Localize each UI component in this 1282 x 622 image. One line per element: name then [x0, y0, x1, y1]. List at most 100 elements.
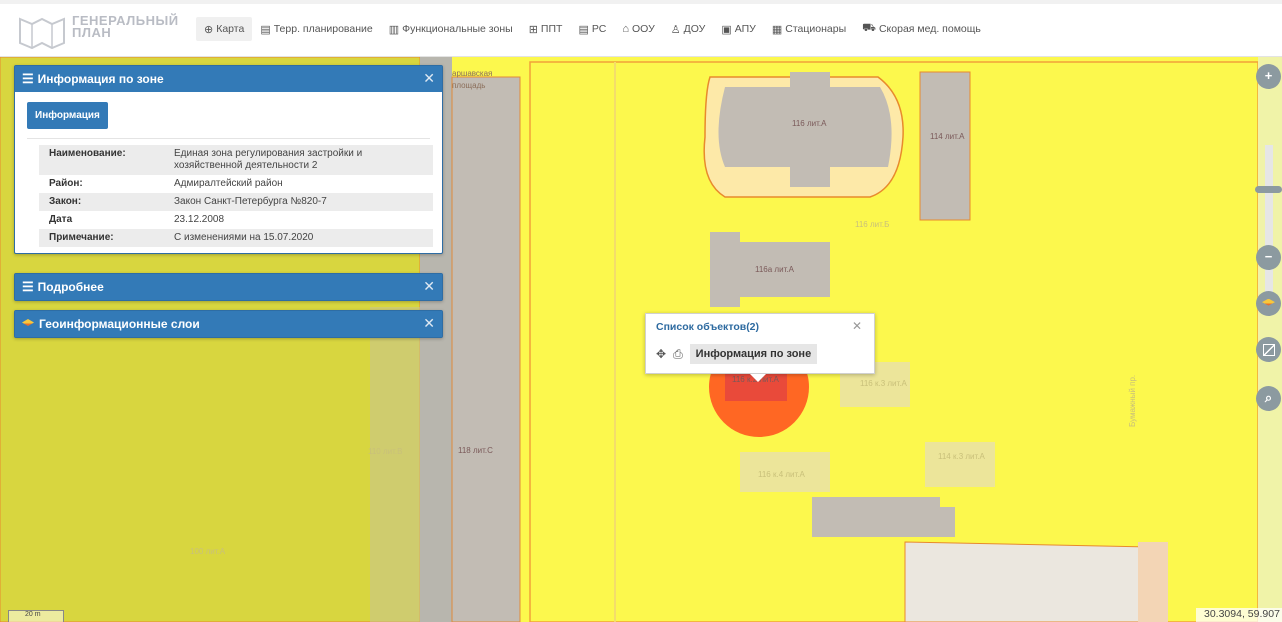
table-row: Дата 23.12.2008: [39, 211, 433, 229]
label-faint-6: 100 лит.А: [190, 547, 226, 556]
nav-label: Стационары: [785, 23, 847, 35]
hospital-icon: ▦: [771, 23, 783, 36]
layers-button[interactable]: [1256, 291, 1281, 316]
top-strip: [0, 0, 1282, 4]
search-button[interactable]: ⌕: [1256, 386, 1281, 411]
move-icon[interactable]: ✥: [656, 347, 666, 361]
print-icon[interactable]: ⎙: [673, 347, 683, 362]
logo-text: ГЕНЕРАЛЬНЫЙ ПЛАН: [72, 14, 179, 40]
zoom-slider-thumb[interactable]: [1255, 186, 1282, 193]
label-street-top-2: площадь: [452, 81, 486, 90]
geo-layers-panel: Геоинформационные слои ✕: [14, 310, 443, 338]
divider: [27, 138, 430, 139]
nav-functional-zones[interactable]: ▥ Функциональные зоны: [381, 17, 521, 41]
nav-ppt[interactable]: ⊞ ППТ: [521, 17, 571, 41]
popup-title: Список объектов(2): [656, 321, 760, 333]
geo-layers-header[interactable]: Геоинформационные слои ✕: [15, 311, 442, 337]
building-114: [919, 71, 971, 221]
label-116: 116 лит.А: [792, 119, 827, 128]
zone-info-title: Информация по зоне: [37, 72, 164, 86]
row-value: С изменениями на 15.07.2020: [164, 229, 433, 247]
search-icon: ⌕: [1264, 390, 1273, 405]
menu-icon: ☰: [22, 71, 34, 86]
label-114: 114 лит.А: [930, 132, 965, 141]
kindergarten-icon: ♙: [670, 23, 681, 36]
objects-popup: Список объектов(2) ✕ ✥ ⎙ Информация по з…: [645, 313, 875, 382]
coordinates-readout: 30.3094, 59.907: [1196, 608, 1282, 622]
zone-info-header[interactable]: ☰ Информация по зоне ✕: [15, 66, 442, 92]
label-faint-2: 116 к.3 лит.А: [860, 379, 907, 388]
zoom-out-button[interactable]: −: [1256, 245, 1281, 270]
nav-label: РС: [591, 23, 607, 35]
row-key: Примечание:: [39, 229, 164, 247]
close-icon[interactable]: ✕: [852, 319, 862, 333]
row-value: Единая зона регулирования застройки и хо…: [164, 145, 433, 175]
label-faint-3: 114 к.3 лит.А: [938, 452, 985, 461]
close-icon[interactable]: ✕: [423, 278, 435, 295]
nav-label: ДОУ: [683, 23, 706, 35]
close-icon[interactable]: ✕: [423, 315, 435, 332]
school-icon: ⌂: [622, 23, 629, 35]
zone-info-table: Наименование: Единая зона регулирования з…: [39, 145, 433, 247]
main-nav: ⊕ Карта ▤ Терр. планирование ▥ Функциональн…: [196, 17, 989, 41]
row-key: Район:: [49, 178, 83, 189]
row-key: Закон:: [39, 193, 164, 211]
logo[interactable]: ГЕНЕРАЛЬНЫЙ ПЛАН: [18, 14, 179, 49]
nav-rs[interactable]: ▤ РС: [570, 17, 614, 41]
zone-info-body: Информация Наименование: Единая зона регу…: [15, 92, 442, 253]
zoom-in-button[interactable]: +: [1256, 64, 1281, 89]
map-icon: [1262, 343, 1275, 356]
nav-map[interactable]: ⊕ Карта: [196, 17, 253, 41]
label-faint-5: 110 лит.В: [368, 447, 403, 456]
building-118: [451, 76, 521, 622]
globe-icon: ⊕: [204, 23, 214, 36]
logo-line-2: ПЛАН: [72, 25, 112, 40]
label-116a: 116а лит.А: [755, 265, 794, 274]
nav-label: Терр. планирование: [273, 23, 373, 35]
table-row: Примечание: С изменениями на 15.07.2020: [39, 229, 433, 247]
block-left-strip: [370, 307, 420, 622]
zoom-slider-track[interactable]: [1265, 145, 1273, 305]
row-value: Закон Санкт-Петербурга №820-7: [164, 193, 433, 211]
row-value: Адмиралтейский район: [174, 178, 283, 189]
nav-oou[interactable]: ⌂ ООУ: [614, 17, 662, 41]
file-icon: ▤: [578, 23, 589, 36]
nav-label: АПУ: [734, 23, 756, 35]
ambulance-icon: ⛟: [862, 22, 876, 34]
nav-label: ООУ: [631, 23, 655, 35]
nav-label: Функциональные зоны: [402, 23, 513, 35]
menu-icon: ☰: [22, 279, 34, 294]
row-key: Дата: [49, 214, 73, 225]
basemap-button[interactable]: [1256, 337, 1281, 362]
details-panel: ☰ Подробнее ✕: [14, 273, 443, 301]
document-icon: ▤: [260, 23, 271, 36]
road-bottom-right: [1138, 542, 1168, 622]
label-faint-4: 116 к.4 лит.А: [758, 470, 805, 479]
row-key: Наименование:: [39, 145, 164, 175]
nav-label: ППТ: [540, 23, 563, 35]
nav-territorial-planning[interactable]: ▤ Терр. планирование: [252, 17, 380, 41]
row-value: 23.12.2008: [174, 214, 225, 225]
popup-arrow: [750, 374, 766, 382]
label-faint-1: 116 лит.Б: [855, 220, 890, 229]
nav-label: Карта: [216, 23, 245, 35]
label-street-right: Бумажный пр.: [1128, 374, 1137, 427]
nav-hospitals[interactable]: ▦ Стационары: [764, 17, 854, 41]
list-icon: ▥: [388, 23, 400, 36]
close-icon[interactable]: ✕: [423, 70, 435, 87]
clinic-icon: ▣: [721, 23, 732, 36]
popup-item: ✥ ⎙ Информация по зоне: [656, 344, 818, 364]
layers-icon: [22, 319, 34, 326]
building-faint-2: [925, 442, 995, 487]
area-bottom-right: [904, 541, 1151, 622]
label-118c: 118 лит.С: [458, 446, 493, 455]
nav-ambulance[interactable]: ⛟ Скорая мед. помощь: [854, 17, 989, 41]
details-header[interactable]: ☰ Подробнее ✕: [15, 274, 442, 300]
info-tab-button[interactable]: Информация: [27, 102, 108, 129]
zone-info-link[interactable]: Информация по зоне: [689, 344, 818, 364]
nav-apu[interactable]: ▣ АПУ: [713, 17, 764, 41]
zone-info-panel: ☰ Информация по зоне ✕ Информация Наимен…: [14, 65, 443, 254]
nav-dou[interactable]: ♙ ДОУ: [663, 17, 714, 41]
logo-icon: [19, 17, 65, 49]
scale-bar: 20 m: [8, 610, 64, 622]
